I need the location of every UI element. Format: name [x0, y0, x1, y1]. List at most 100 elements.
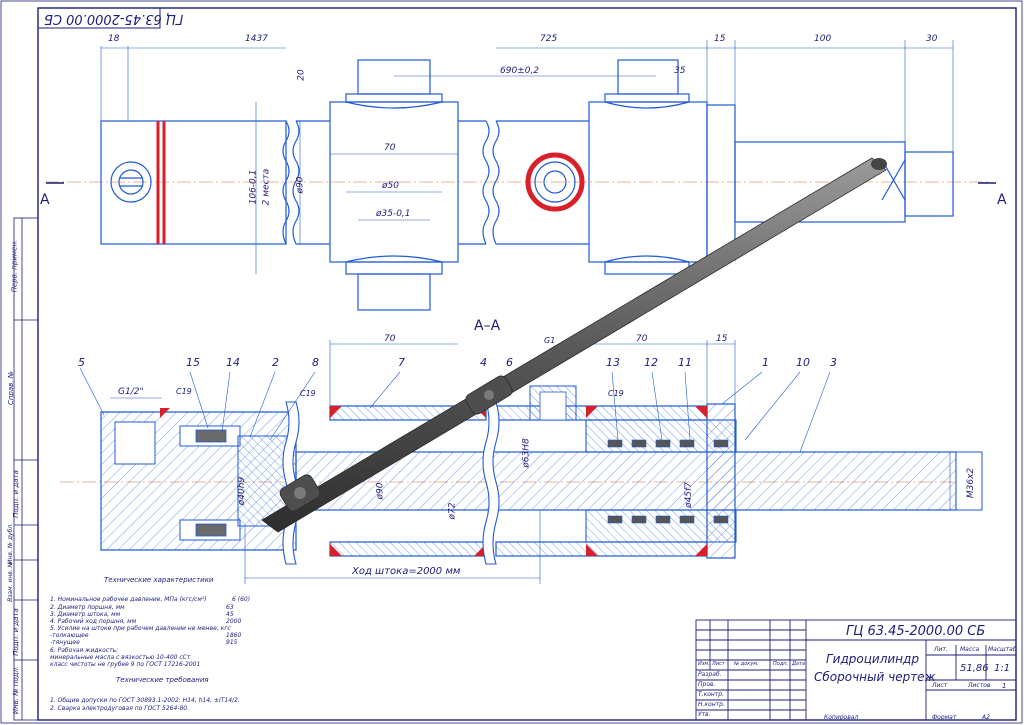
title-role: Т.контр.	[698, 691, 725, 698]
tech-char-value: 6 (60)	[232, 596, 251, 603]
title-col-header: Подп.	[773, 661, 789, 667]
tech-char-value: 1860	[226, 632, 242, 639]
tech-char-line: -толкающее	[50, 632, 89, 639]
sdim-m36: M36x2	[966, 467, 977, 499]
sdim-d40h9: ø40h9	[237, 476, 248, 506]
dim-2-places: 2 места	[261, 168, 272, 206]
title-name-line1: Гидроцилиндр	[826, 652, 919, 666]
tech-char-line: 2. Диаметр поршня, мм	[50, 604, 125, 611]
part-number-15: 15	[186, 356, 200, 369]
sdim-70-left: 70	[384, 334, 396, 344]
tech-char-value: 63	[226, 604, 234, 611]
title-sheet-label: Лист	[932, 682, 948, 689]
title-role: Н.контр.	[698, 701, 725, 708]
dim-d50: ø50	[382, 181, 399, 191]
side-strip-label: Справ. №	[7, 370, 16, 406]
title-scale-label: Масштаб	[988, 646, 1017, 653]
title-col-header: Изм.	[698, 661, 710, 667]
title-mass-label: Масса	[960, 646, 980, 653]
tech-char-line: 4. Рабочий ход поршня, мм	[50, 618, 137, 625]
sdim-d63h8: ø63H8	[521, 438, 532, 468]
dim-18: 18	[108, 34, 120, 44]
dim-1437: 1437	[245, 34, 268, 44]
part-number-4: 4	[480, 356, 487, 369]
sdim-c19-2: C19	[300, 389, 316, 398]
tech-char-line: 6. Рабочая жидкость:	[50, 647, 119, 654]
dim-725: 725	[540, 34, 558, 44]
side-strip-label: Взам. инв. №	[6, 561, 14, 602]
part-number-14: 14	[226, 356, 240, 369]
tech-char-line: класс чистоты не грубее 9 по ГОСТ 17216-…	[50, 661, 201, 668]
sdim-d90: ø90	[375, 482, 386, 500]
tech-char-value: 2000	[226, 618, 242, 625]
dim-690: 690±0,2	[500, 66, 540, 76]
side-strip-label: Подп. и дата	[11, 470, 20, 518]
dim-20: 20	[296, 69, 307, 81]
drawing-sheet: ГЦ 63.45-2000.00 СБ 18 1437 725 15 100 3…	[0, 0, 1024, 725]
dim-106: 106-0,1	[248, 169, 259, 205]
part-number-6: 6	[506, 356, 513, 369]
sdim-15: 15	[716, 334, 728, 344]
part-number-7: 7	[398, 356, 405, 369]
title-scale-value: 1:1	[994, 663, 1011, 674]
tech-char-line: 1. Номинальное рабочее давление, МПа (кг…	[50, 596, 207, 603]
section-view	[60, 385, 983, 565]
title-role: Утв.	[698, 711, 711, 718]
sdim-70-right: 70	[636, 334, 648, 344]
title-format-label: Формат	[932, 714, 957, 721]
part-number-1: 1	[762, 356, 769, 369]
part-number-2: 2	[272, 356, 279, 369]
tech-char-line: -тянущее	[50, 639, 80, 646]
title-col-header: Дата	[792, 661, 805, 667]
title-sheets-label: Листов	[968, 682, 991, 689]
sdim-g12: G1/2"	[118, 387, 144, 397]
tech-char-value: 45	[226, 611, 234, 618]
rotated-stamp-code: ГЦ 63.45-2000.00 СБ	[44, 11, 184, 26]
tech-char-heading: Технические характеристики	[104, 576, 214, 584]
part-number-12: 12	[644, 356, 658, 369]
side-strip-label: Подп. и дата	[11, 608, 20, 656]
title-col-header: Лист	[712, 661, 725, 667]
part-number-13: 13	[606, 356, 620, 369]
stroke-label: Ход штока=2000 мм	[352, 566, 461, 577]
sdim-c19-3: C19	[608, 389, 624, 398]
tech-req-line: 1. Общие допуски по ГОСТ 30893.1-2002: H…	[50, 697, 240, 704]
dim-30: 30	[926, 34, 938, 44]
sdim-g1: G1	[544, 336, 556, 345]
sdim-d45f7: ø45f7	[683, 482, 694, 508]
part-number-11: 11	[678, 356, 692, 369]
dim-15: 15	[714, 34, 726, 44]
title-sheets-value: 1	[1002, 682, 1007, 690]
section-mark-left: A	[40, 192, 50, 208]
dim-d35: ø35-0,1	[376, 209, 411, 219]
part-number-3: 3	[830, 356, 837, 369]
title-mass-value: 51,86	[960, 663, 989, 674]
title-format-value: A2	[982, 714, 990, 721]
section-mark-right: A	[997, 192, 1007, 208]
part-number-10: 10	[796, 356, 810, 369]
tech-req-line: 2. Сварка электродуговая по ГОСТ 5264-80…	[50, 705, 190, 712]
dim-100: 100	[814, 34, 832, 44]
dim-35: 35	[674, 66, 686, 76]
tech-char-line: 3. Диаметр штока, мм	[50, 611, 121, 618]
title-lit-label: Лит.	[934, 646, 948, 653]
part-number-8: 8	[312, 356, 319, 369]
title-role: Разраб.	[698, 671, 722, 678]
title-role: Пров.	[698, 681, 716, 688]
tech-char-value: 915	[226, 639, 238, 646]
side-strip-label: Перв. примен.	[10, 239, 19, 293]
tech-char-line: минеральные масла с вязкостью 10-400 сСт	[50, 654, 191, 661]
section-title: А–А	[474, 318, 501, 334]
title-col-header: № докум.	[734, 661, 759, 667]
side-strip-label: Инв. № подл.	[12, 665, 21, 715]
tech-req-heading: Технические требования	[116, 676, 209, 684]
sdim-d72: ø72	[447, 502, 458, 520]
dim-d90-top: ø90	[295, 176, 306, 194]
sdim-c19-1: C19	[176, 387, 192, 396]
tech-char-line: 5. Усилие на штоке при рабочем давлении …	[50, 625, 231, 632]
side-strip-label: Инв. № дубл.	[7, 522, 15, 565]
dim-70-top: 70	[384, 143, 396, 153]
title-name-line2: Сборочный чертеж	[814, 670, 936, 684]
title-copied-label: Копировал	[824, 714, 859, 721]
part-number-5: 5	[78, 356, 85, 369]
